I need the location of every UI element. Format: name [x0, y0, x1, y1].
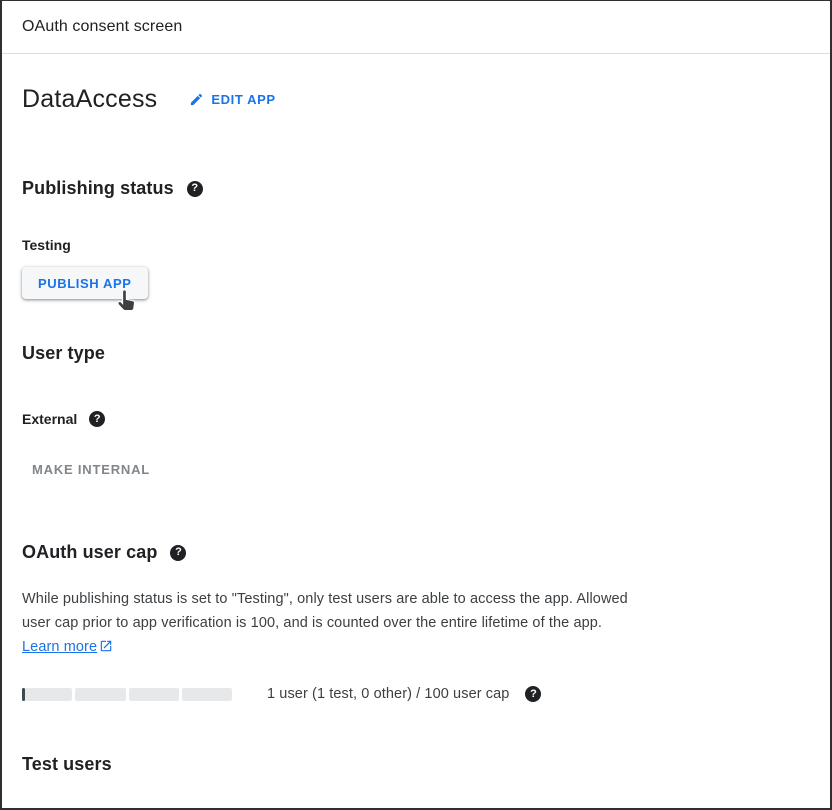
user-type-heading: User type	[22, 343, 105, 364]
publish-app-button[interactable]: PUBLISH APP	[22, 267, 148, 299]
learn-more-link[interactable]: Learn more	[22, 639, 97, 655]
help-icon[interactable]: ?	[170, 545, 186, 561]
publishing-status-heading: Publishing status	[22, 178, 174, 199]
edit-app-label: EDIT APP	[211, 92, 275, 107]
user-cap-progress-bar	[22, 688, 232, 701]
progress-segment	[182, 688, 232, 701]
pencil-icon	[189, 92, 204, 107]
page-header: OAuth consent screen	[2, 1, 830, 54]
oauth-user-cap-description: While publishing status is set to "Testi…	[22, 587, 628, 661]
app-title-row: DataAccess EDIT APP	[22, 54, 810, 114]
progress-fill	[22, 688, 25, 701]
user-cap-usage-label: 1 user (1 test, 0 other) / 100 user cap	[267, 686, 509, 702]
oauth-consent-page: OAuth consent screen DataAccess EDIT APP…	[0, 0, 832, 810]
progress-segment	[22, 688, 72, 701]
page-content: DataAccess EDIT APP Publishing status ? …	[2, 54, 830, 775]
test-users-heading-row: Test users	[22, 754, 810, 775]
publishing-status-value: Testing	[22, 237, 71, 253]
cap-description-text: While publishing status is set to "Testi…	[22, 591, 628, 631]
user-type-value-row: External ?	[22, 411, 810, 427]
progress-segment	[129, 688, 179, 701]
app-name: DataAccess	[22, 85, 157, 114]
edit-app-button[interactable]: EDIT APP	[187, 88, 277, 111]
make-internal-button[interactable]: MAKE INTERNAL	[32, 460, 150, 479]
oauth-user-cap-heading: OAuth user cap	[22, 542, 157, 563]
help-icon[interactable]: ?	[525, 686, 541, 702]
page-title: OAuth consent screen	[22, 18, 182, 36]
publishing-status-heading-row: Publishing status ?	[22, 178, 810, 199]
user-type-value: External	[22, 411, 77, 427]
oauth-user-cap-heading-row: OAuth user cap ?	[22, 542, 810, 563]
user-cap-usage-row: 1 user (1 test, 0 other) / 100 user cap …	[22, 686, 810, 702]
test-users-heading: Test users	[22, 754, 112, 775]
progress-segment	[75, 688, 125, 701]
open-in-new-icon	[99, 637, 113, 661]
publishing-status-value-row: Testing	[22, 237, 810, 253]
user-type-heading-row: User type	[22, 343, 810, 364]
help-icon[interactable]: ?	[187, 181, 203, 197]
help-icon[interactable]: ?	[89, 411, 105, 427]
learn-more-label: Learn more	[22, 639, 97, 655]
